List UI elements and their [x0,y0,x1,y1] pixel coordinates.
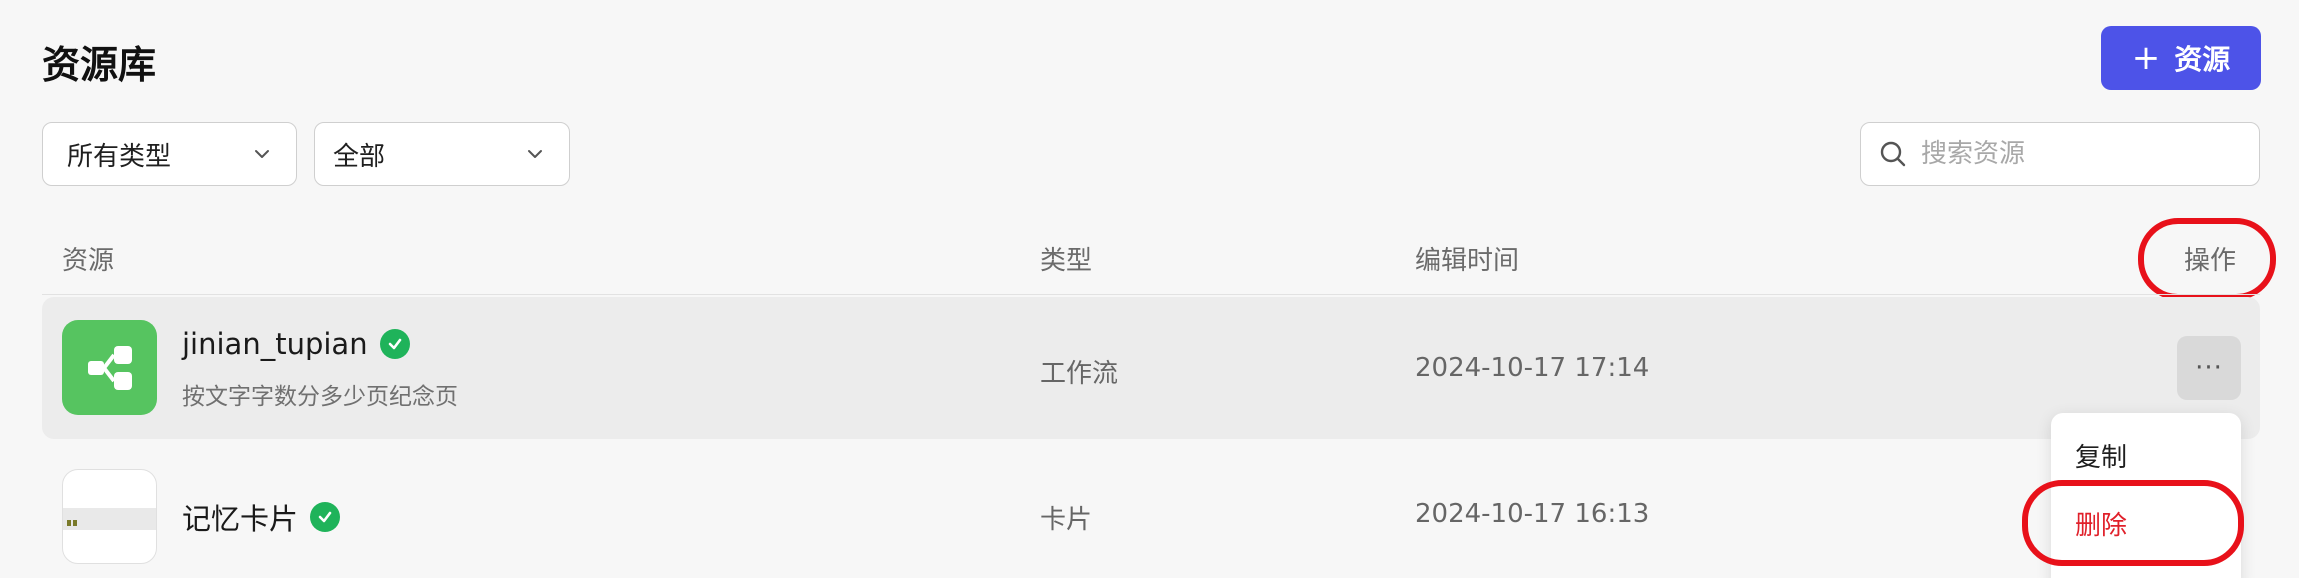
verified-check-icon [379,329,410,359]
column-header-resource: 资源 [62,246,115,276]
resource-type: 卡片 [1040,505,1093,535]
workflow-icon [62,320,157,415]
type-filter-select[interactable]: 所有类型 [42,122,297,186]
chevron-down-icon [528,150,542,158]
column-header-type: 类型 [1040,246,1093,276]
status-filter-value: 全部 [333,141,386,172]
actions-header-highlight [2138,218,2276,300]
resource-name[interactable]: jinian_tupian [182,327,410,361]
search-box[interactable] [1860,122,2260,186]
resource-type: 工作流 [1040,359,1119,389]
resource-description: 按文字字数分多少页纪念页 [182,384,458,410]
resource-edited-time: 2024-10-17 17:14 [1415,353,1650,383]
menu-item-copy[interactable]: 复制 [2075,437,2127,474]
delete-highlight [2022,480,2244,566]
resource-name[interactable]: 记忆卡片 [182,496,341,538]
resource-name-text: 记忆卡片 [182,502,299,536]
plus-icon: + [2131,38,2161,78]
resource-name-text: jinian_tupian [182,327,368,361]
search-icon [1880,141,1906,167]
card-thumbnail [62,469,157,564]
type-filter-value: 所有类型 [67,141,172,172]
chevron-down-icon [255,150,269,158]
page-title: 资源库 [42,43,157,87]
verified-check-icon [310,502,341,532]
search-input[interactable] [1921,139,2241,169]
status-filter-select[interactable]: 全部 [314,122,570,186]
table-row[interactable]: jinian_tupian 按文字字数分多少页纪念页 工作流 2024-10-1… [42,297,2260,439]
add-resource-label: 资源 [2174,43,2231,76]
more-actions-button[interactable]: ··· [2177,336,2241,400]
add-resource-button[interactable]: + 资源 [2101,26,2261,90]
column-header-edited: 编辑时间 [1415,246,1520,276]
resource-edited-time: 2024-10-17 16:13 [1415,499,1650,529]
header-divider [42,294,2260,295]
ellipsis-icon: ··· [2195,353,2223,383]
table-row[interactable]: 记忆卡片 卡片 2024-10-17 16:13 [42,446,2260,578]
